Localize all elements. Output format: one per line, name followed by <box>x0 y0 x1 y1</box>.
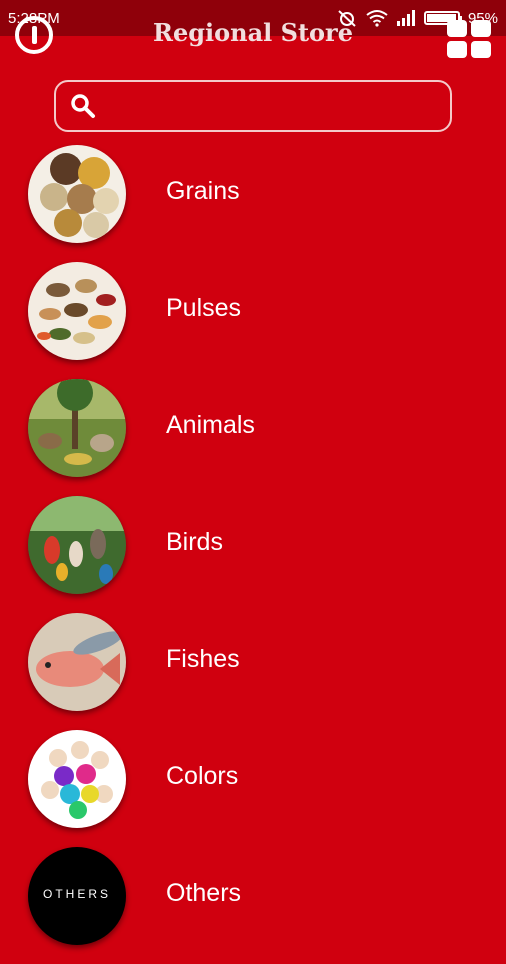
others-thumbnail-text: OTHERS <box>42 887 111 901</box>
category-item-others[interactable]: OTHERS Others <box>0 847 506 964</box>
others-thumbnail: OTHERS <box>28 847 126 945</box>
category-label: Birds <box>166 528 223 556</box>
animals-thumbnail <box>28 379 126 477</box>
search-box[interactable] <box>54 80 452 132</box>
category-label: Others <box>166 879 242 907</box>
category-item-colors[interactable]: Colors <box>0 730 506 847</box>
category-item-fishes[interactable]: Fishes <box>0 613 506 730</box>
category-label: Colors <box>166 762 239 790</box>
fishes-thumbnail <box>28 613 126 711</box>
category-item-grains[interactable]: Grains <box>0 145 506 262</box>
grains-thumbnail <box>28 145 126 243</box>
category-item-pulses[interactable]: Pulses <box>0 262 506 379</box>
category-item-birds[interactable]: Birds <box>0 496 506 613</box>
pulses-thumbnail <box>28 262 126 360</box>
grid-icon-cell <box>447 41 467 58</box>
grid-icon-cell <box>447 20 467 37</box>
search-input[interactable] <box>106 94 430 118</box>
category-list: Grains Pulses Animals Birds Fishes Color… <box>0 145 506 964</box>
colors-thumbnail <box>28 730 126 828</box>
search-icon <box>71 94 95 118</box>
category-item-animals[interactable]: Animals <box>0 379 506 496</box>
category-label: Grains <box>166 177 240 205</box>
grid-icon-cell <box>471 41 491 58</box>
app-title: Regional Store <box>153 18 353 47</box>
grid-icon-cell <box>471 20 491 37</box>
category-label: Animals <box>166 411 255 439</box>
birds-thumbnail <box>28 496 126 594</box>
grid-view-button[interactable] <box>447 20 491 58</box>
category-label: Fishes <box>166 645 240 673</box>
category-label: Pulses <box>166 294 242 322</box>
